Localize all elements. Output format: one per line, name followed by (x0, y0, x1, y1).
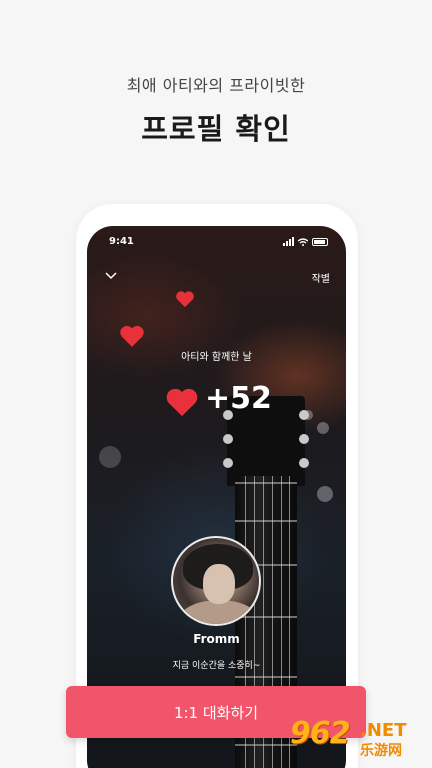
tuning-peg (299, 434, 309, 444)
tuning-peg (299, 458, 309, 468)
tuning-peg (223, 458, 233, 468)
status-icons (283, 237, 328, 246)
bokeh-light (99, 446, 121, 468)
chevron-down-icon[interactable] (105, 270, 117, 282)
user-status: 지금 이순간을 소중히~ (172, 661, 261, 671)
day-count: +52 (205, 381, 272, 416)
watermark-chinese: 乐游网 (360, 743, 402, 759)
farewell-button[interactable]: 작별 (312, 270, 330, 285)
tuning-peg (299, 410, 309, 420)
avatar[interactable] (171, 536, 261, 626)
heart-icon (166, 388, 198, 417)
heart-icon (120, 325, 144, 347)
wifi-icon (298, 238, 308, 246)
signal-icon (283, 237, 294, 246)
page: 최애 아티와의 프라이빗한 프로필 확인 9:41 작별 아티와 함께한 날 +… (0, 0, 432, 768)
headline-title: 프로필 확인 (141, 112, 291, 146)
together-label: 아티와 함께한 날 (181, 352, 252, 363)
bokeh-light (317, 486, 333, 502)
headline-subtitle: 최애 아티와의 프라이빗한 (126, 76, 306, 95)
watermark-logo: 962 .NET 乐游网 (290, 716, 426, 762)
status-time: 9:41 (109, 236, 134, 247)
avatar-face (203, 564, 235, 604)
bokeh-light (317, 422, 329, 434)
watermark-number: 962 (290, 716, 351, 751)
watermark-suffix: .NET (360, 720, 407, 741)
tuning-peg (223, 434, 233, 444)
user-name: Fromm (193, 632, 240, 646)
battery-icon (312, 238, 328, 246)
heart-icon (176, 291, 194, 308)
